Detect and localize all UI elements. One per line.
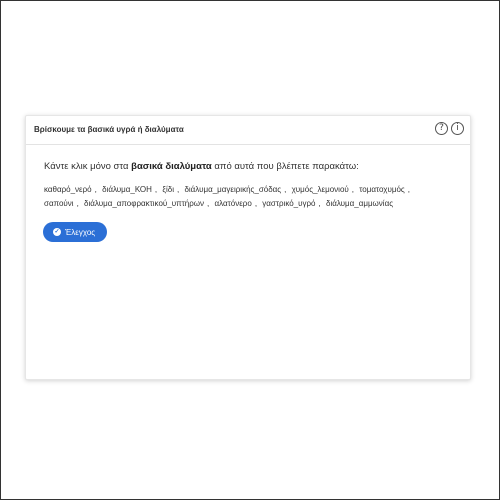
item-separator: , [254, 199, 258, 208]
item-separator: , [284, 185, 287, 194]
selectable-items-list: καθαρό_νερό, διάλυμα_ΚΟΗ, ξίδι, διάλυμα_… [44, 183, 459, 211]
selectable-item[interactable]: διάλυμα_μαγειρικής_σόδας [184, 185, 281, 194]
item-separator: , [207, 199, 210, 208]
selectable-item[interactable]: διάλυμα_αποφρακτικού_υπτήρων [84, 199, 204, 208]
item-separator: , [351, 185, 355, 194]
item-separator: , [154, 185, 158, 194]
item-separator: , [176, 185, 180, 194]
selectable-item[interactable]: χυμός_λεμονιού [292, 185, 349, 194]
instruction-before: Κάντε κλικ μόνο στα [44, 161, 132, 172]
selectable-item[interactable]: γαστρικό_υγρό [262, 199, 315, 208]
instruction-bold: βασικά διαλύματα [131, 161, 212, 172]
exercise-card: Βρίσκουμε τα βασικά υγρά ή διαλύματα ? i… [25, 115, 471, 380]
item-separator: , [94, 185, 97, 194]
check-circle-icon: ✓ [53, 228, 61, 236]
card-title: Βρίσκουμε τα βασικά υγρά ή διαλύματα [34, 125, 184, 134]
instruction-text: Κάντε κλικ μόνο στα βασικά διαλύματα από… [44, 161, 359, 172]
item-separator: , [407, 185, 410, 194]
selectable-item[interactable]: διάλυμα_ΚΟΗ [102, 185, 152, 194]
question-circle-icon[interactable]: ? [435, 122, 448, 135]
instruction-after: από αυτά που βλέπετε παρακάτω: [211, 161, 359, 172]
selectable-item[interactable]: σαπούνι [44, 199, 74, 208]
selectable-item[interactable]: τοματοχυμός [359, 185, 405, 194]
header-icons: ? i [435, 122, 464, 135]
selectable-item[interactable]: καθαρό_νερό [44, 185, 92, 194]
check-button[interactable]: ✓ Έλεγχος [43, 222, 108, 242]
selectable-item[interactable]: αλατόνερο [215, 199, 252, 208]
item-separator: , [76, 199, 79, 208]
check-button-label: Έλεγχος [65, 227, 96, 237]
card-header: Βρίσκουμε τα βασικά υγρά ή διαλύματα ? i [26, 116, 470, 145]
selectable-item[interactable]: ξίδι [162, 185, 174, 194]
item-separator: , [318, 199, 321, 208]
info-circle-icon[interactable]: i [451, 122, 464, 135]
selectable-item[interactable]: διάλυμα_αμμωνίας [326, 199, 393, 208]
